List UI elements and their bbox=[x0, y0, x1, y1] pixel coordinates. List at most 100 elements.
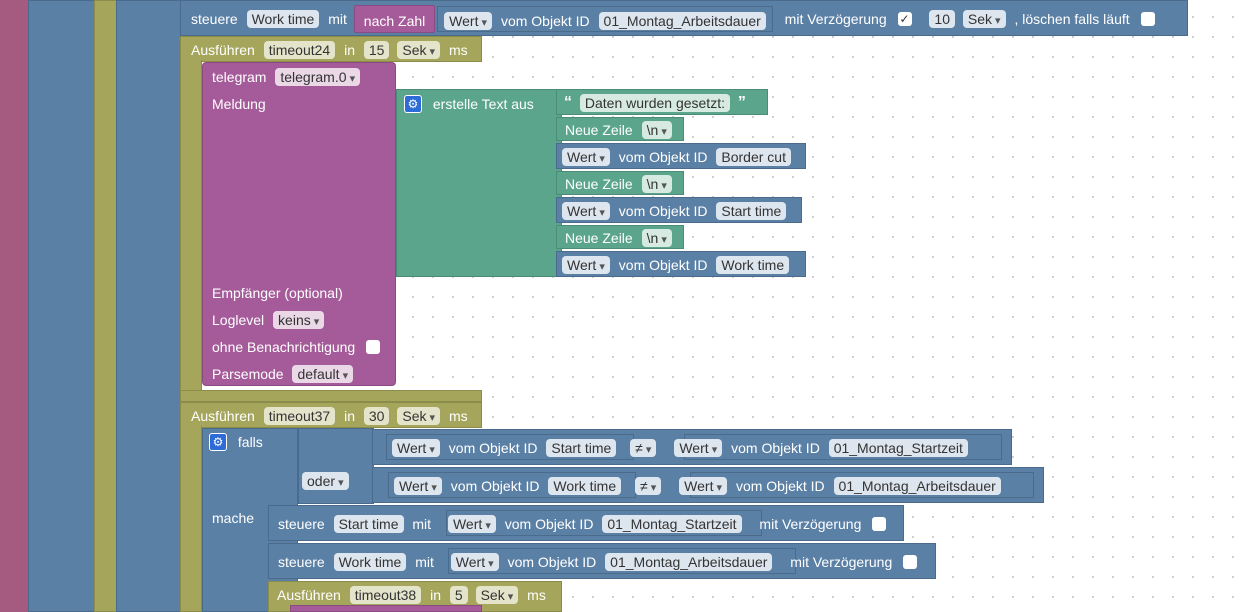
timeout-name-field[interactable]: timeout38 bbox=[349, 586, 422, 605]
delay-checkbox[interactable] bbox=[903, 555, 918, 570]
delay-checkbox[interactable] bbox=[872, 517, 887, 532]
target-field[interactable]: Work time bbox=[333, 553, 407, 572]
vom-objekt-id-label: vom Objekt ID bbox=[507, 554, 597, 571]
timeout-value-field[interactable]: 5 bbox=[449, 586, 468, 605]
object-id-field[interactable]: 01_Montag_Arbeitsdauer bbox=[833, 477, 1001, 496]
wert-dropdown[interactable]: Wert bbox=[562, 148, 610, 167]
to-number-block[interactable]: nach Zahl bbox=[353, 5, 436, 33]
timeout-unit-dropdown[interactable]: Sek bbox=[397, 41, 441, 60]
delay-unit-dropdown[interactable]: Sek bbox=[962, 10, 1006, 28]
wert-dropdown[interactable]: Wert bbox=[562, 256, 610, 275]
object-id-field[interactable]: 01_Montag_Startzeit bbox=[828, 439, 968, 458]
steuere-label: steuere bbox=[278, 554, 325, 571]
wert-dropdown[interactable]: Wert bbox=[444, 12, 493, 31]
wert-dropdown[interactable]: Wert bbox=[674, 439, 723, 458]
falls-row: ⚙ falls bbox=[209, 430, 266, 452]
timeout24-footer[interactable] bbox=[180, 390, 482, 402]
parsemode-dropdown[interactable]: default bbox=[292, 365, 354, 384]
wert-dropdown[interactable]: Wert bbox=[392, 439, 440, 458]
timeout37-body[interactable] bbox=[180, 426, 202, 612]
mit-label: mit bbox=[412, 516, 432, 533]
open-quote-icon: “ bbox=[564, 94, 572, 112]
nach-zahl-label: nach Zahl bbox=[363, 13, 426, 30]
operator-dropdown[interactable]: ≠ bbox=[635, 477, 662, 496]
delay-value-field[interactable]: 10 bbox=[929, 10, 955, 28]
timeout-value-field[interactable]: 15 bbox=[363, 41, 390, 60]
loglevel-label: Loglevel bbox=[212, 312, 265, 329]
oder-block[interactable] bbox=[298, 428, 374, 504]
object-id-field[interactable]: Work time bbox=[716, 256, 790, 275]
operator-dropdown[interactable]: ≠ bbox=[630, 439, 657, 458]
timeout38-row: Ausführen timeout38 in 5 Sek ms bbox=[274, 583, 549, 605]
meldung-label: Meldung bbox=[212, 96, 266, 113]
neue-zeile-label: Neue Zeile bbox=[565, 230, 633, 247]
vom-objekt-id-label: vom Objekt ID bbox=[618, 257, 708, 274]
parsemode-label: Parsemode bbox=[212, 366, 284, 383]
newline-row-3: Neue Zeile \n bbox=[562, 226, 674, 248]
object-id-field[interactable]: Start time bbox=[546, 439, 617, 458]
object-id-field[interactable]: Border cut bbox=[716, 148, 791, 167]
oder-row: oder bbox=[300, 469, 351, 491]
telegram-instance-dropdown[interactable]: telegram.0 bbox=[275, 68, 361, 87]
wert-dropdown[interactable]: Wert bbox=[447, 515, 496, 534]
timeout-unit-dropdown[interactable]: Sek bbox=[475, 586, 519, 605]
vom-objekt-id-label: vom Objekt ID bbox=[731, 440, 820, 457]
outer-olive-block[interactable] bbox=[94, 0, 118, 612]
gear-icon[interactable]: ⚙ bbox=[209, 433, 227, 452]
telegram-label: telegram bbox=[212, 69, 267, 86]
neue-zeile-label: Neue Zeile bbox=[565, 176, 633, 193]
vom-objekt-id-label: vom Objekt ID bbox=[618, 149, 708, 166]
timeout24-body[interactable] bbox=[180, 60, 202, 402]
create-text-block[interactable] bbox=[396, 89, 562, 277]
oder-dropdown[interactable]: oder bbox=[302, 472, 349, 491]
vom-objekt-id-label: vom Objekt ID bbox=[450, 478, 540, 495]
wert-dropdown[interactable]: Wert bbox=[679, 477, 728, 496]
outer-purple-block[interactable] bbox=[8, 0, 30, 612]
vom-objekt-id-label: vom Objekt ID bbox=[448, 440, 538, 457]
loglevel-dropdown[interactable]: keins bbox=[273, 311, 325, 330]
create-text-label: erstelle Text aus bbox=[432, 96, 534, 113]
gear-icon[interactable]: ⚙ bbox=[404, 95, 422, 114]
mache-label: mache bbox=[212, 510, 255, 527]
timeout-name-field[interactable]: timeout37 bbox=[263, 407, 336, 426]
get-value-border-cut-row: Wert vom Objekt ID Border cut bbox=[560, 145, 793, 167]
ausfuehren-label: Ausführen bbox=[191, 408, 255, 425]
string-field[interactable]: Daten wurden gesetzt: bbox=[579, 94, 730, 113]
object-id-field[interactable]: 01_Montag_Startzeit bbox=[602, 515, 742, 534]
mit-label: mit bbox=[328, 11, 347, 27]
empfaenger-row: Empfänger (optional) bbox=[209, 281, 346, 303]
wert-dropdown[interactable]: Wert bbox=[394, 477, 442, 496]
ohne-benachrichtigung-checkbox[interactable] bbox=[366, 340, 381, 355]
vom-objekt-id-label: vom Objekt ID bbox=[500, 13, 590, 30]
loglevel-row: Loglevel keins bbox=[209, 308, 326, 330]
wert-dropdown[interactable]: Wert bbox=[562, 202, 610, 221]
steuere-label: steuere bbox=[191, 11, 238, 27]
outer-blue-block[interactable] bbox=[28, 0, 96, 612]
object-id-field[interactable]: Work time bbox=[548, 477, 622, 496]
target-field[interactable]: Work time bbox=[246, 10, 320, 28]
wert-dropdown[interactable]: Wert bbox=[450, 553, 499, 572]
object-id-field[interactable]: 01_Montag_Arbeitsdauer bbox=[598, 12, 766, 31]
timeout-name-field[interactable]: timeout24 bbox=[263, 41, 336, 60]
mit-verzoegerung-label: mit Verzögerung bbox=[790, 554, 893, 571]
newline-dropdown[interactable]: \n bbox=[641, 229, 672, 248]
steuere-label: steuere bbox=[278, 516, 325, 533]
get-value-work-time-row: Wert vom Objekt ID Work time bbox=[560, 253, 791, 275]
mit-verzoegerung-label: mit Verzögerung bbox=[784, 11, 887, 27]
set-state-work-time-row: steuere Work time mit nach Zahl Wert vom… bbox=[188, 5, 1159, 33]
outer-blue-block-inner[interactable] bbox=[116, 0, 182, 612]
ohne-benachrichtigung-label: ohne Benachrichtigung bbox=[212, 339, 356, 356]
get-value-block[interactable]: Wert vom Objekt ID 01_Montag_Arbeitsdaue… bbox=[437, 6, 773, 32]
delay-checkbox[interactable]: ✓ bbox=[897, 12, 912, 26]
loeschen-checkbox[interactable] bbox=[1140, 12, 1155, 26]
timeout-value-field[interactable]: 30 bbox=[363, 407, 390, 426]
timeout37-row: Ausführen timeout37 in 30 Sek ms bbox=[188, 404, 471, 426]
newline-dropdown[interactable]: \n bbox=[641, 175, 672, 194]
target-field[interactable]: Start time bbox=[333, 515, 404, 534]
cond2-row: Wert vom Objekt ID Work time ≠ Wert vom … bbox=[392, 474, 1003, 496]
object-id-field[interactable]: Start time bbox=[716, 202, 787, 221]
newline-dropdown[interactable]: \n bbox=[641, 121, 672, 140]
meldung-row: Meldung bbox=[209, 92, 269, 114]
object-id-field[interactable]: 01_Montag_Arbeitsdauer bbox=[605, 553, 773, 572]
timeout-unit-dropdown[interactable]: Sek bbox=[397, 407, 441, 426]
